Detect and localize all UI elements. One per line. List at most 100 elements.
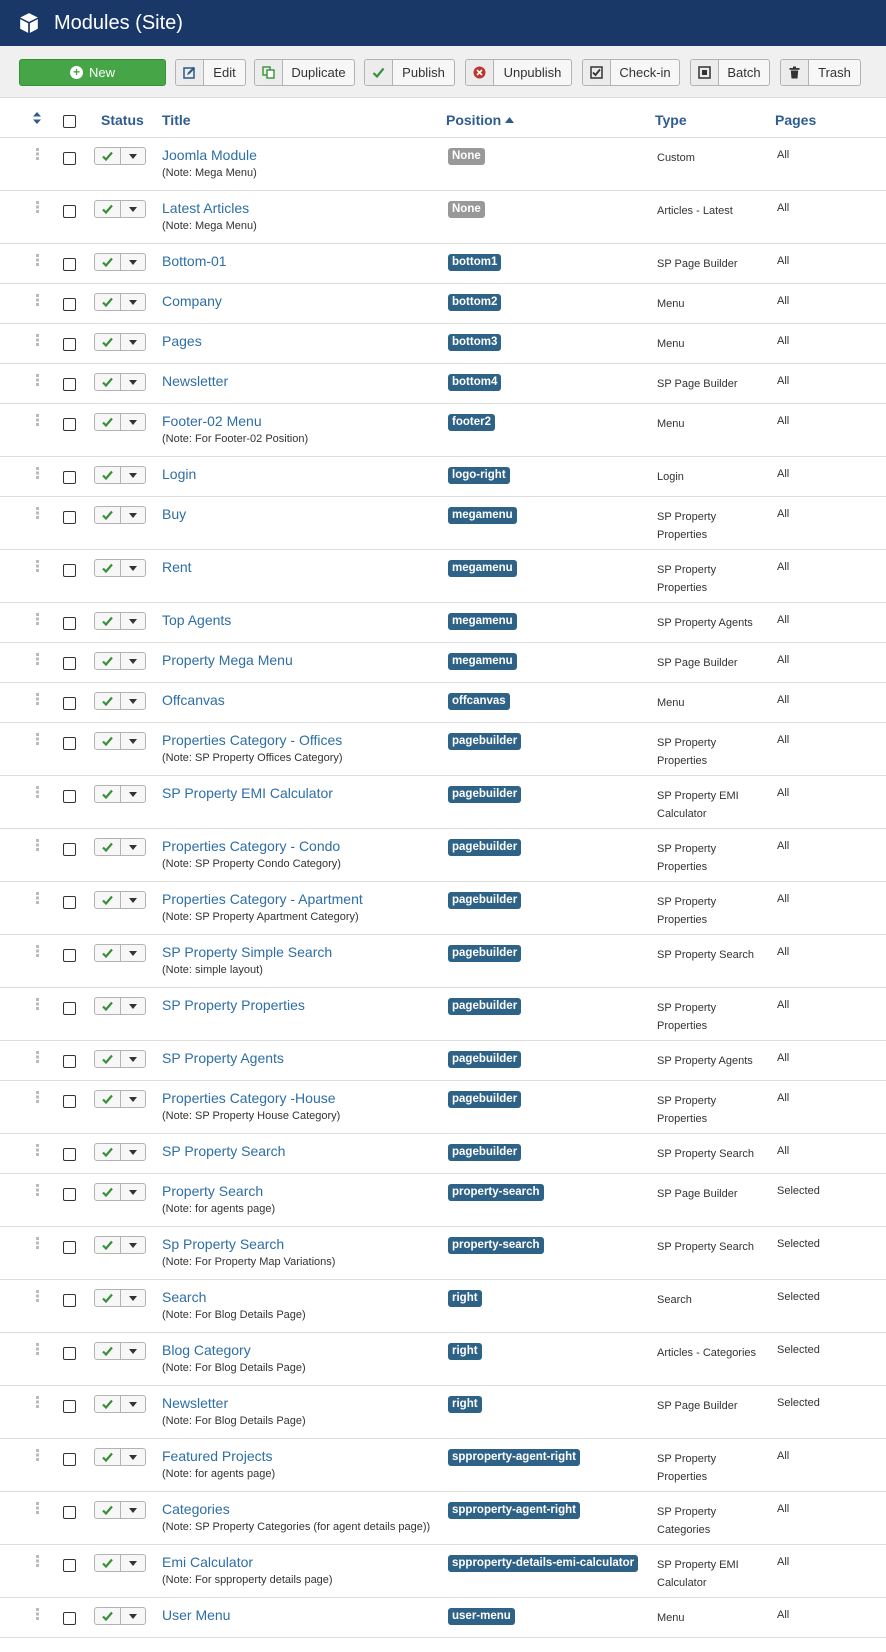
status-toggle[interactable]	[94, 559, 146, 577]
caret-down-icon[interactable]	[121, 653, 145, 669]
caret-down-icon[interactable]	[121, 254, 145, 270]
duplicate-button[interactable]: Duplicate	[254, 59, 355, 86]
status-toggle[interactable]	[94, 1607, 146, 1625]
row-checkbox[interactable]	[63, 1188, 76, 1201]
module-title-link[interactable]: User Menu	[162, 1607, 230, 1623]
status-toggle[interactable]	[94, 373, 146, 391]
row-checkbox[interactable]	[63, 1241, 76, 1254]
row-checkbox[interactable]	[63, 697, 76, 710]
drag-handle-icon[interactable]	[36, 1051, 40, 1063]
status-toggle[interactable]	[94, 891, 146, 909]
caret-down-icon[interactable]	[121, 560, 145, 576]
status-toggle[interactable]	[94, 1183, 146, 1201]
module-title-link[interactable]: Search	[162, 1289, 206, 1305]
status-toggle[interactable]	[94, 506, 146, 524]
caret-down-icon[interactable]	[121, 1396, 145, 1412]
row-checkbox[interactable]	[63, 1612, 76, 1625]
status-toggle[interactable]	[94, 1395, 146, 1413]
caret-down-icon[interactable]	[121, 374, 145, 390]
drag-handle-icon[interactable]	[36, 1237, 40, 1249]
row-checkbox[interactable]	[63, 657, 76, 670]
row-checkbox[interactable]	[63, 298, 76, 311]
published-check-icon[interactable]	[95, 414, 121, 430]
drag-handle-icon[interactable]	[36, 201, 40, 213]
status-toggle[interactable]	[94, 1143, 146, 1161]
drag-handle-icon[interactable]	[36, 467, 40, 479]
published-check-icon[interactable]	[95, 507, 121, 523]
module-title-link[interactable]: SP Property EMI Calculator	[162, 785, 333, 801]
drag-handle-icon[interactable]	[36, 613, 40, 625]
published-check-icon[interactable]	[95, 653, 121, 669]
published-check-icon[interactable]	[95, 294, 121, 310]
row-checkbox[interactable]	[63, 511, 76, 524]
row-checkbox[interactable]	[63, 1559, 76, 1572]
caret-down-icon[interactable]	[121, 467, 145, 483]
caret-down-icon[interactable]	[121, 839, 145, 855]
select-all-checkbox[interactable]	[63, 115, 76, 128]
module-title-link[interactable]: Property Search	[162, 1183, 263, 1199]
drag-handle-icon[interactable]	[36, 653, 40, 665]
caret-down-icon[interactable]	[121, 945, 145, 961]
column-type[interactable]: Type	[655, 112, 687, 128]
column-status[interactable]: Status	[101, 112, 144, 128]
published-check-icon[interactable]	[95, 1608, 121, 1624]
status-toggle[interactable]	[94, 612, 146, 630]
published-check-icon[interactable]	[95, 201, 121, 217]
published-check-icon[interactable]	[95, 998, 121, 1014]
row-checkbox[interactable]	[63, 1347, 76, 1360]
caret-down-icon[interactable]	[121, 1144, 145, 1160]
module-title-link[interactable]: Properties Category - Condo	[162, 838, 340, 854]
published-check-icon[interactable]	[95, 1555, 121, 1571]
column-pages[interactable]: Pages	[775, 112, 816, 128]
drag-handle-icon[interactable]	[36, 1343, 40, 1355]
caret-down-icon[interactable]	[121, 507, 145, 523]
row-checkbox[interactable]	[63, 1148, 76, 1161]
status-toggle[interactable]	[94, 1050, 146, 1068]
row-checkbox[interactable]	[63, 258, 76, 271]
drag-handle-icon[interactable]	[36, 1091, 40, 1103]
status-toggle[interactable]	[94, 200, 146, 218]
caret-down-icon[interactable]	[121, 1290, 145, 1306]
module-title-link[interactable]: Latest Articles	[162, 200, 249, 216]
published-check-icon[interactable]	[95, 1290, 121, 1306]
status-toggle[interactable]	[94, 997, 146, 1015]
caret-down-icon[interactable]	[121, 613, 145, 629]
published-check-icon[interactable]	[95, 1091, 121, 1107]
module-title-link[interactable]: Properties Category -House	[162, 1090, 336, 1106]
published-check-icon[interactable]	[95, 254, 121, 270]
row-checkbox[interactable]	[63, 205, 76, 218]
row-checkbox[interactable]	[63, 790, 76, 803]
row-checkbox[interactable]	[63, 896, 76, 909]
drag-handle-icon[interactable]	[36, 1555, 40, 1567]
row-checkbox[interactable]	[63, 737, 76, 750]
published-check-icon[interactable]	[95, 786, 121, 802]
row-checkbox[interactable]	[63, 1002, 76, 1015]
column-position[interactable]: Position	[446, 112, 515, 128]
caret-down-icon[interactable]	[121, 1051, 145, 1067]
module-title-link[interactable]: Categories	[162, 1501, 230, 1517]
status-toggle[interactable]	[94, 333, 146, 351]
publish-button[interactable]: Publish	[364, 59, 455, 86]
caret-down-icon[interactable]	[121, 148, 145, 164]
row-checkbox[interactable]	[63, 949, 76, 962]
edit-button[interactable]: Edit	[175, 59, 246, 86]
published-check-icon[interactable]	[95, 613, 121, 629]
row-checkbox[interactable]	[63, 1294, 76, 1307]
row-checkbox[interactable]	[63, 843, 76, 856]
sort-icon[interactable]	[32, 112, 42, 124]
module-title-link[interactable]: SP Property Agents	[162, 1050, 284, 1066]
module-title-link[interactable]: Footer-02 Menu	[162, 413, 262, 429]
drag-handle-icon[interactable]	[36, 1608, 40, 1620]
module-title-link[interactable]: SP Property Search	[162, 1143, 285, 1159]
drag-handle-icon[interactable]	[36, 1144, 40, 1156]
status-toggle[interactable]	[94, 466, 146, 484]
module-title-link[interactable]: Blog Category	[162, 1342, 251, 1358]
caret-down-icon[interactable]	[121, 334, 145, 350]
status-toggle[interactable]	[94, 1289, 146, 1307]
published-check-icon[interactable]	[95, 1184, 121, 1200]
drag-handle-icon[interactable]	[36, 839, 40, 851]
row-checkbox[interactable]	[63, 471, 76, 484]
caret-down-icon[interactable]	[121, 998, 145, 1014]
drag-handle-icon[interactable]	[36, 1184, 40, 1196]
module-title-link[interactable]: Sp Property Search	[162, 1236, 284, 1252]
